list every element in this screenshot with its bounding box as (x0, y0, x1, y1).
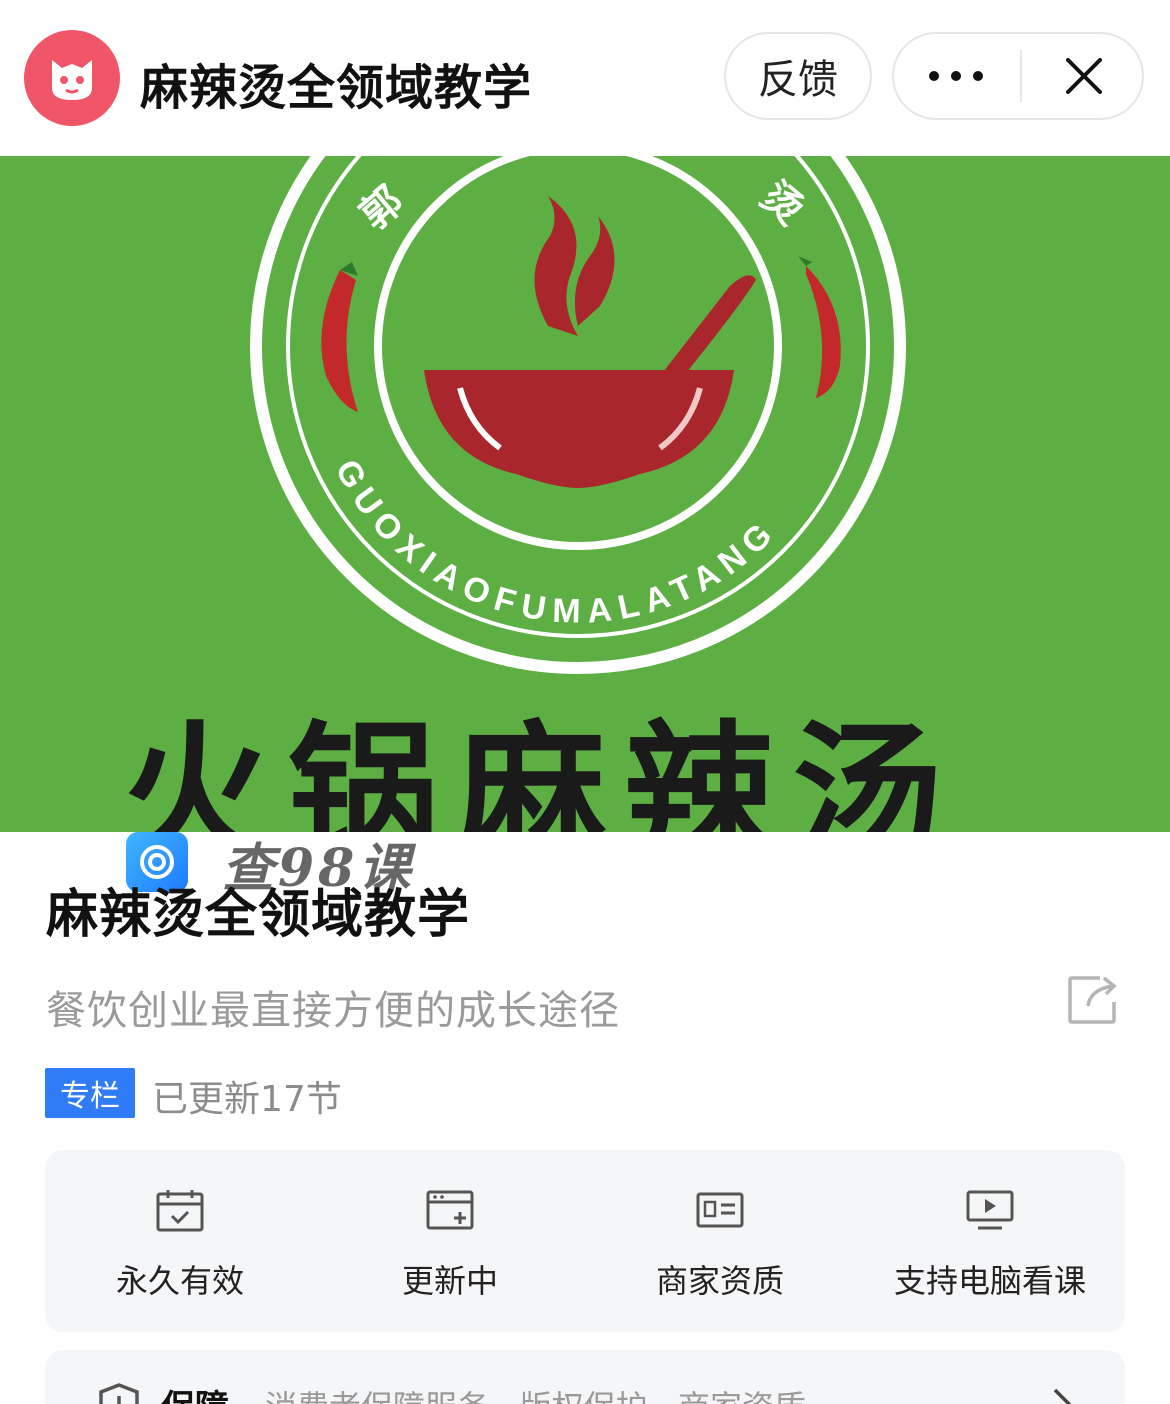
app-title: 麻辣烫全领域教学 (140, 60, 533, 116)
svg-text:郭: 郭 (352, 178, 412, 239)
id-card-icon (696, 1192, 744, 1228)
course-title: 麻辣烫全领域教学 (46, 885, 471, 945)
close-icon (1066, 58, 1102, 94)
feature-label: 永久有效 (115, 1262, 244, 1300)
capsule-menu (892, 32, 1144, 120)
feature-label: 支持电脑看课 (893, 1262, 1086, 1300)
feature-label: 商家资质 (655, 1262, 784, 1300)
chevron-right-icon (1053, 1388, 1072, 1404)
monitor-play-icon (966, 1190, 1014, 1230)
feature-permanent: 永久有效 (45, 1150, 315, 1332)
restaurant-logo-graphic: 郭 烫 GUOXIAOFUMALATANG 火锅麻辣汤 (120, 156, 960, 832)
feature-label: 更新中 (401, 1262, 498, 1300)
top-bar: 麻辣烫全领域教学 反馈 (0, 0, 1170, 156)
feature-panel: 永久有效 更新中 商家资质 支持电脑看课 (45, 1150, 1125, 1332)
course-cover-banner: 郭 烫 GUOXIAOFUMALATANG 火锅麻辣汤 (0, 156, 1170, 832)
feature-updating: 更新中 (315, 1150, 585, 1332)
capsule-divider (1020, 50, 1022, 102)
app-logo-icon (24, 30, 120, 126)
guarantee-title: 保障 (161, 1380, 229, 1404)
banner-bottom-text: 火锅麻辣汤 (120, 706, 960, 832)
guarantee-row[interactable]: 保障 消费者保障服务 · 版权保护 · 商家资质 (45, 1350, 1125, 1404)
shield-icon (99, 1383, 139, 1404)
update-card-icon (426, 1190, 474, 1230)
more-button[interactable] (894, 34, 1018, 118)
feature-pc: 支持电脑看课 (855, 1150, 1125, 1332)
update-count: 已更新17节 (152, 1079, 342, 1120)
feedback-button[interactable]: 反馈 (724, 32, 872, 120)
calendar-check-icon (156, 1190, 204, 1232)
guarantee-description: 消费者保障服务 · 版权保护 · 商家资质 (265, 1382, 806, 1404)
share-button[interactable] (1066, 972, 1122, 1028)
column-tag: 专栏 (45, 1068, 135, 1118)
course-subtitle: 餐饮创业最直接方便的成长途径 (46, 988, 620, 1034)
feature-merchant: 商家资质 (585, 1150, 855, 1332)
close-button[interactable] (1024, 34, 1144, 118)
svg-text:烫: 烫 (752, 173, 812, 234)
more-dots-icon (929, 71, 983, 81)
course-info-section: 查98课 麻辣烫全领域教学 餐饮创业最直接方便的成长途径 专栏 已更新17节 永… (0, 832, 1170, 1404)
share-icon (1068, 976, 1117, 1024)
